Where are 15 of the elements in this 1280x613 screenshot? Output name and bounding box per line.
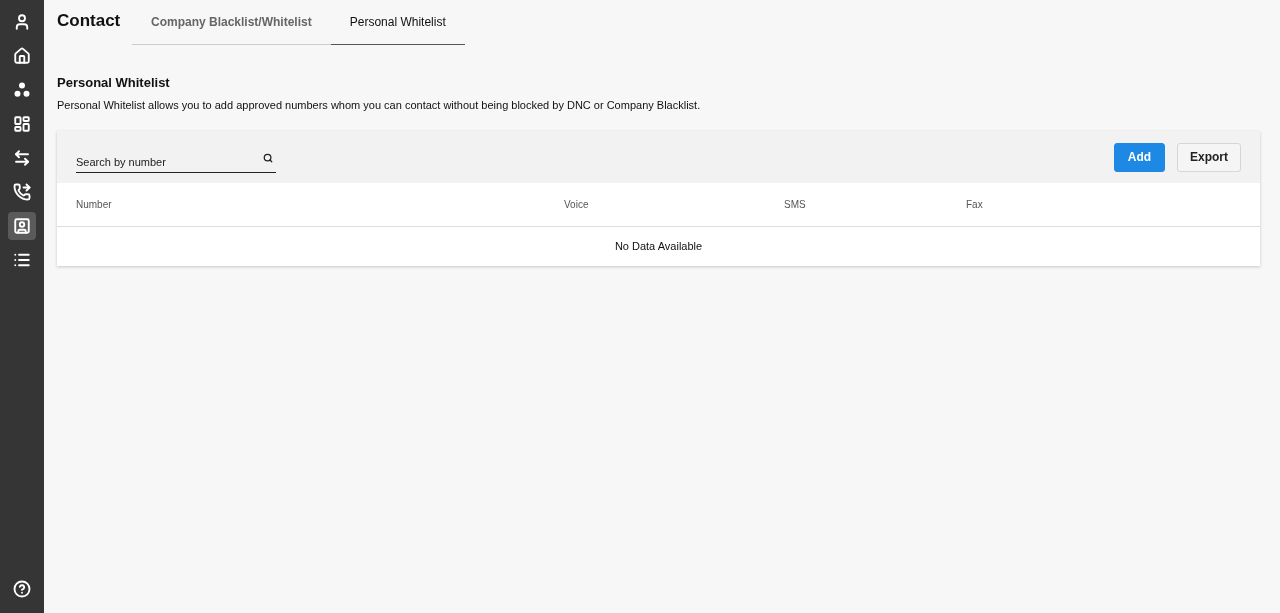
export-button[interactable]: Export: [1177, 142, 1241, 172]
column-header: Fax: [966, 198, 984, 212]
section-title: Personal Whitelist: [57, 74, 171, 92]
empty-message: No Data Available: [614, 239, 703, 255]
add-button[interactable]: Add: [1114, 142, 1165, 172]
tab[interactable]: Company Blacklist/Whitelist: [132, 0, 331, 45]
tab[interactable]: Personal Whitelist: [330, 0, 465, 45]
section-description: Personal Whitelist allows you to add approved numbers whom you can contact without being blocked by DNC or Company Blacklist.: [57, 97, 702, 113]
column-header: Number: [76, 198, 113, 212]
column-header: SMS: [784, 198, 807, 212]
search-field[interactable]: Search by number: [76, 153, 276, 174]
contact-card-icon[interactable]: [8, 212, 36, 240]
page-title: Contact: [57, 9, 122, 32]
search-icon: [263, 152, 273, 163]
column-header: Voice: [564, 198, 590, 212]
